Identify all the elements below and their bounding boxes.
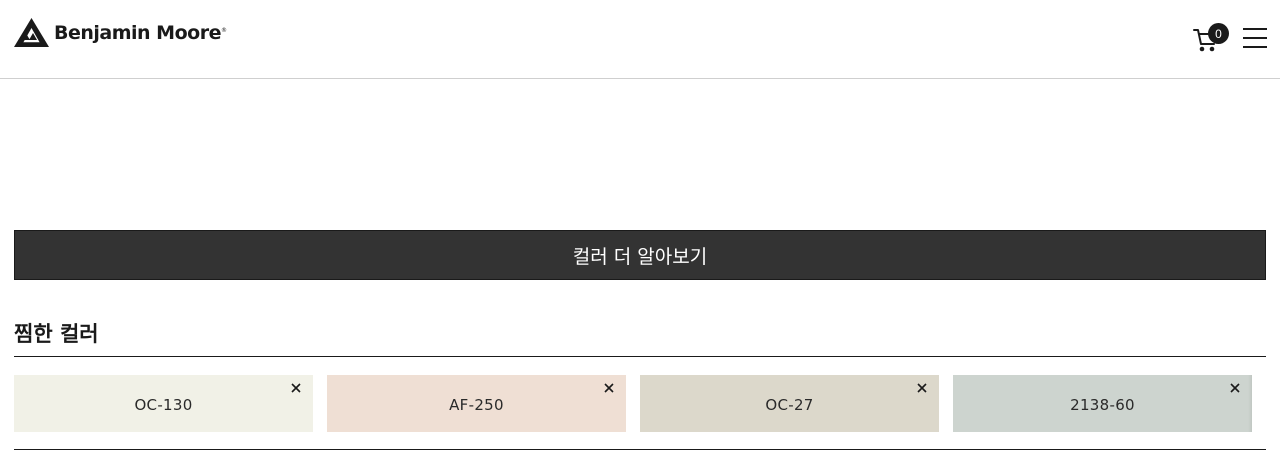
cart-count-badge: 0 — [1208, 23, 1229, 44]
remove-swatch-button[interactable] — [1228, 381, 1242, 395]
remove-swatch-button[interactable] — [915, 381, 929, 395]
close-icon — [604, 383, 614, 393]
swatch-edge-shadow — [1248, 375, 1252, 432]
mountain-logo-icon — [14, 18, 49, 47]
close-icon — [1230, 383, 1240, 393]
divider — [14, 356, 1266, 357]
close-icon — [291, 383, 301, 393]
remove-swatch-button[interactable] — [289, 381, 303, 395]
swatch-code: 2138-60 — [1070, 396, 1135, 414]
divider — [14, 449, 1266, 450]
menu-button[interactable] — [1243, 27, 1267, 49]
brand-name: Benjamin Moore® — [54, 22, 227, 44]
site-header: Benjamin Moore® 0 — [0, 0, 1280, 79]
favorite-swatch[interactable]: OC-130 — [14, 375, 313, 432]
remove-swatch-button[interactable] — [602, 381, 616, 395]
favorite-swatch[interactable]: OC-27 — [640, 375, 939, 432]
learn-more-colors-button[interactable]: 컬러 더 알아보기 — [14, 230, 1266, 280]
brand-logo[interactable]: Benjamin Moore® — [14, 18, 227, 48]
swatch-code: OC-130 — [134, 396, 193, 414]
close-icon — [917, 383, 927, 393]
registered-mark: ® — [220, 27, 227, 34]
favorites-title: 찜한 컬러 — [14, 322, 99, 346]
favorite-swatch[interactable]: 2138-60 — [953, 375, 1252, 432]
favorite-swatch[interactable]: AF-250 — [327, 375, 626, 432]
cart-button[interactable]: 0 — [1192, 22, 1232, 54]
swatch-code: OC-27 — [765, 396, 814, 414]
swatch-code: AF-250 — [449, 396, 504, 414]
